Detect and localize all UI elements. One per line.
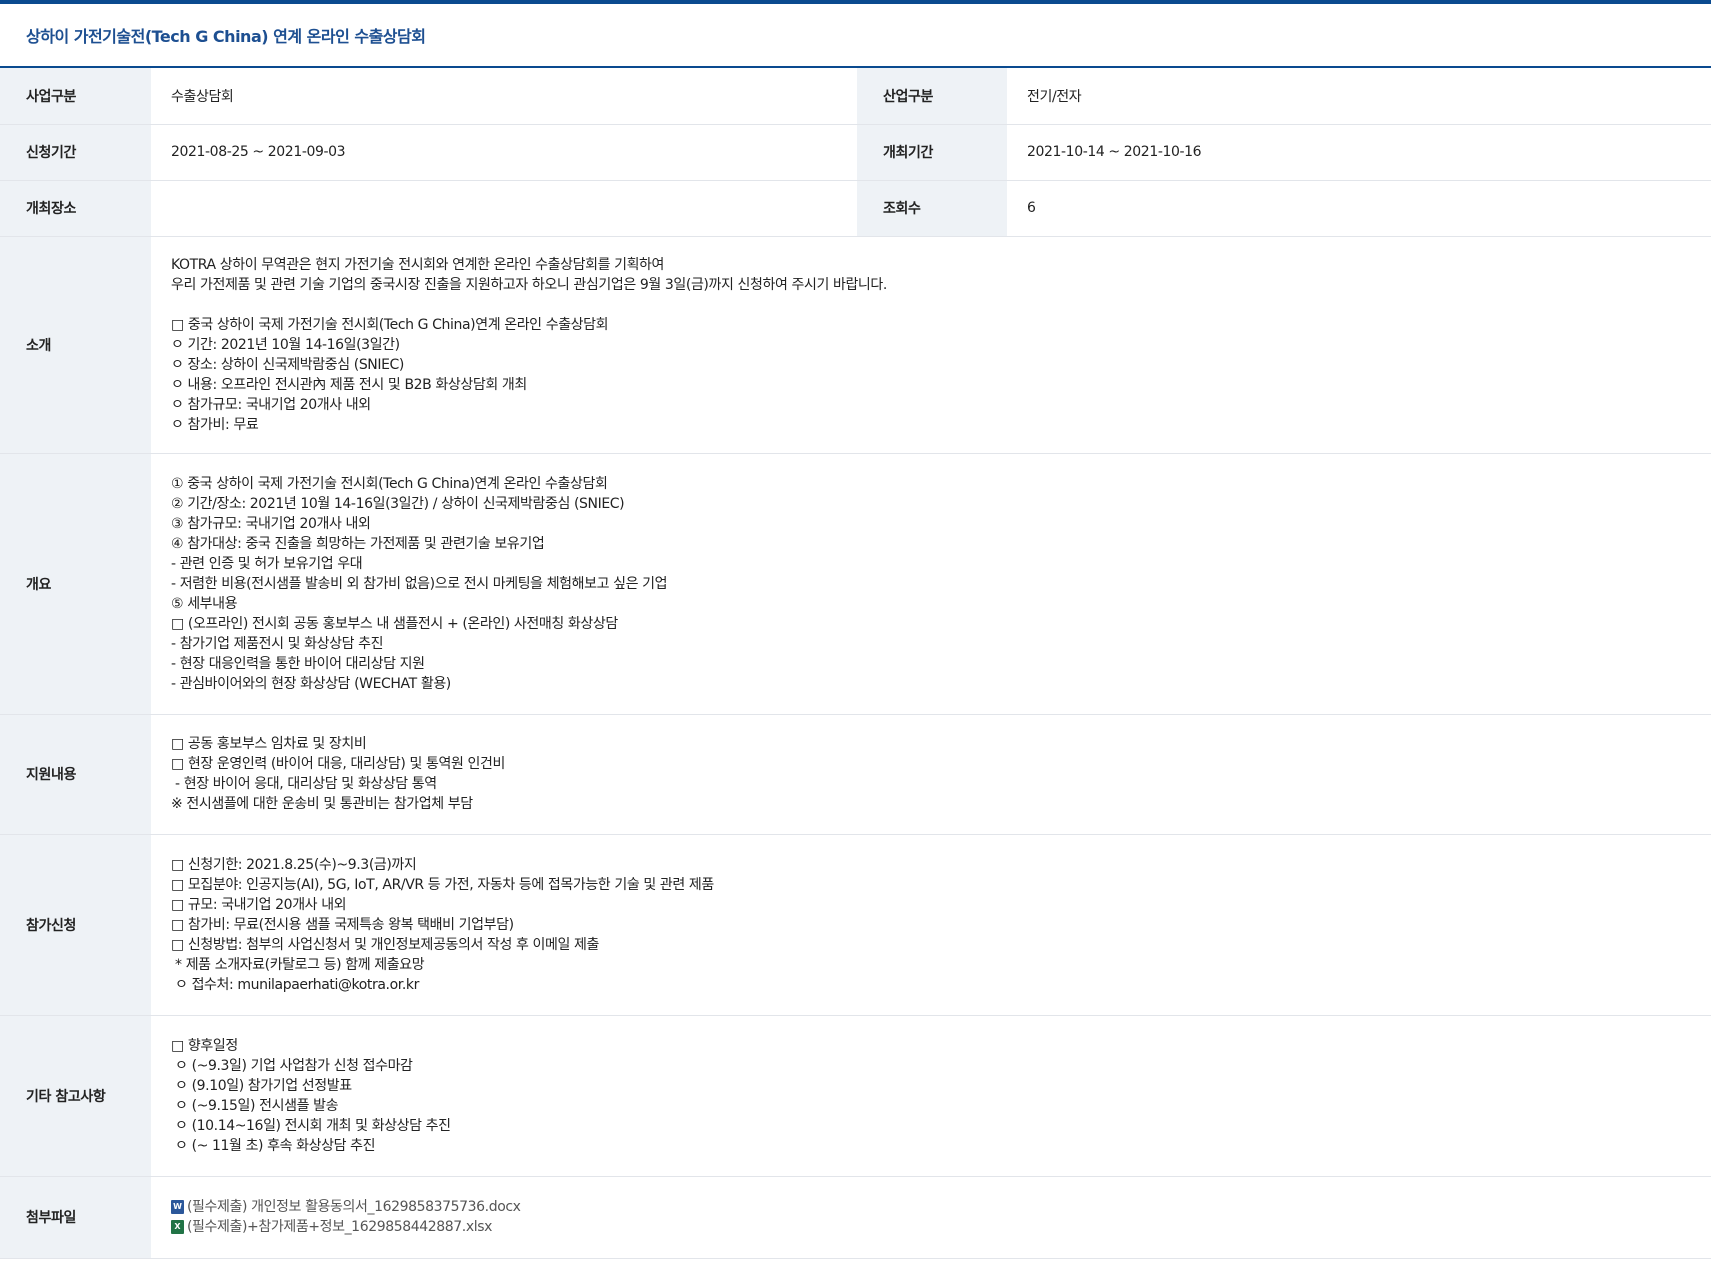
section-label: 기타 참고사항 [0, 1015, 151, 1177]
content-line: - 참가기업 제품전시 및 화상상담 추진 [171, 635, 384, 652]
content-line: ㅇ (~9.3일) 기업 사업참가 신청 접수마감 [171, 1057, 413, 1074]
content-line: ㅇ 접수처: munilapaerhati@kotra.or.kr [171, 976, 419, 993]
attachment-link[interactable]: W (필수제출) 개인정보 활용동의서_1629858375736.docx [171, 1197, 1691, 1217]
content-line: ㅇ 참가비: 무료 [171, 416, 259, 433]
word-file-icon: W [171, 1200, 184, 1214]
content-line: ㅇ (~9.15일) 전시샘플 발송 [171, 1097, 339, 1114]
event-period-label: 개최기간 [857, 124, 1007, 181]
content-line: 우리 가전제품 및 관련 기술 기업의 중국시장 진출을 지원하고자 하오니 관… [171, 276, 887, 293]
event-detail-page: 상하이 가전기술전(Tech G China) 연계 온라인 수출상담회 사업구… [0, 0, 1711, 1278]
content-line: ③ 참가규모: 국내기업 20개사 내외 [171, 515, 371, 532]
content-line: ㅇ (10.14~16일) 전시회 개최 및 화상상담 추진 [171, 1117, 451, 1134]
attachment-name: (필수제출) 개인정보 활용동의서_1629858375736.docx [187, 1199, 521, 1215]
section-content: □ 공동 홍보부스 임차료 및 장치비 □ 현장 운영인력 (바이어 대응, 대… [151, 714, 1711, 835]
section-label: 소개 [0, 236, 151, 454]
content-line: □ 신청기한: 2021.8.25(수)~9.3(금)까지 [171, 856, 417, 873]
section-label: 참가신청 [0, 834, 151, 1016]
content-line: □ 공동 홍보부스 임차료 및 장치비 [171, 736, 367, 752]
industry-value: 전기/전자 [1007, 68, 1711, 125]
content-line: ㅇ 내용: 오프라인 전시관內 제품 전시 및 B2B 화상상담회 개최 [171, 376, 527, 393]
attachment-link[interactable]: X (필수제출)+참가제품+정보_1629858442887.xlsx [171, 1217, 1691, 1237]
content-line: ㅇ (9.10일) 참가기업 선정발표 [171, 1077, 352, 1094]
event-period-value: 2021-10-14 ~ 2021-10-16 [1007, 124, 1711, 181]
content-line: □ 현장 운영인력 (바이어 대응, 대리상담) 및 통역원 인건비 [171, 756, 505, 772]
venue-label: 개최장소 [0, 180, 151, 237]
content-line: □ 모집분야: 인공지능(AI), 5G, IoT, AR/VR 등 가전, 자… [171, 876, 714, 893]
industry-label: 산업구분 [857, 68, 1007, 125]
content-line: □ 규모: 국내기업 20개사 내외 [171, 896, 347, 913]
section-content: □ 신청기한: 2021.8.25(수)~9.3(금)까지 □ 모집분야: 인공… [151, 834, 1711, 1016]
apply-period-value: 2021-08-25 ~ 2021-09-03 [151, 124, 857, 181]
content-line: □ 중국 상하이 국제 가전기술 전시회(Tech G China)연계 온라인… [171, 316, 609, 333]
content-line: □ 신청방법: 첨부의 사업신청서 및 개인정보제공동의서 작성 후 이메일 제… [171, 936, 599, 953]
section-content: KOTRA 상하이 무역관은 현지 가전기술 전시회와 연계한 온라인 수출상담… [151, 236, 1711, 454]
biz-type-value: 수출상담회 [151, 68, 857, 125]
section-label: 개요 [0, 453, 151, 715]
section-row-attachments: 첨부파일 W (필수제출) 개인정보 활용동의서_1629858375736.d… [0, 1176, 1711, 1259]
section-row-application: 참가신청 □ 신청기한: 2021.8.25(수)~9.3(금)까지 □ 모집분… [0, 834, 1711, 1016]
content-line: - 현장 바이어 응대, 대리상담 및 화상상담 통역 [171, 776, 437, 792]
page-title: 상하이 가전기술전(Tech G China) 연계 온라인 수출상담회 [26, 27, 426, 46]
content-line: ④ 참가대상: 중국 진출을 희망하는 가전제품 및 관련기술 보유기업 [171, 535, 545, 552]
content-line [171, 295, 1691, 315]
content-line: ① 중국 상하이 국제 가전기술 전시회(Tech G China)연계 온라인… [171, 475, 608, 492]
content-line: ※ 전시샘플에 대한 운송비 및 통관비는 참가업체 부담 [171, 796, 473, 812]
content-line: KOTRA 상하이 무역관은 현지 가전기술 전시회와 연계한 온라인 수출상담… [171, 256, 665, 273]
section-content: ① 중국 상하이 국제 가전기술 전시회(Tech G China)연계 온라인… [151, 453, 1711, 715]
info-row-venue: 개최장소 조회수 6 [0, 180, 1711, 237]
content-line: □ 참가비: 무료(전시용 샘플 국제특송 왕복 택배비 기업부담) [171, 916, 514, 933]
content-line: ② 기간/장소: 2021년 10월 14-16일(3일간) / 상하이 신국제… [171, 495, 625, 512]
section-label: 지원내용 [0, 714, 151, 835]
attachments-label: 첨부파일 [0, 1176, 151, 1259]
biz-type-label: 사업구분 [0, 68, 151, 125]
content-line: ⑤ 세부내용 [171, 595, 238, 612]
section-row-intro: 소개 KOTRA 상하이 무역관은 현지 가전기술 전시회와 연계한 온라인 수… [0, 236, 1711, 454]
content-line: ㅇ 참가규모: 국내기업 20개사 내외 [171, 396, 371, 413]
section-row-overview: 개요 ① 중국 상하이 국제 가전기술 전시회(Tech G China)연계 … [0, 453, 1711, 715]
attachment-name: (필수제출)+참가제품+정보_1629858442887.xlsx [187, 1219, 492, 1235]
section-row-notes: 기타 참고사항 □ 향후일정 ㅇ (~9.3일) 기업 사업참가 신청 접수마감… [0, 1015, 1711, 1177]
content-line: - 현장 대응인력을 통한 바이어 대리상담 지원 [171, 655, 425, 672]
info-row-business: 사업구분 수출상담회 산업구분 전기/전자 [0, 68, 1711, 125]
content-line: - 관심바이어와의 현장 화상상담 (WECHAT 활용) [171, 675, 451, 692]
content-line: - 저렴한 비용(전시샘플 발송비 외 참가비 없음)으로 전시 마케팅을 체험… [171, 575, 668, 592]
venue-value [151, 180, 857, 237]
section-row-support: 지원내용 □ 공동 홍보부스 임차료 및 장치비 □ 현장 운영인력 (바이어 … [0, 714, 1711, 835]
views-value: 6 [1007, 180, 1711, 237]
event-info-table: 사업구분 수출상담회 산업구분 전기/전자 신청기간 2021-08-25 ~ … [0, 68, 1711, 1259]
info-row-period: 신청기간 2021-08-25 ~ 2021-09-03 개최기간 2021-1… [0, 124, 1711, 181]
content-line: □ 향후일정 [171, 1037, 238, 1054]
content-line: ㅇ 기간: 2021년 10월 14-16일(3일간) [171, 336, 400, 353]
content-line: * 제품 소개자료(카탈로그 등) 함께 제출요망 [171, 956, 425, 973]
title-bar: 상하이 가전기술전(Tech G China) 연계 온라인 수출상담회 [0, 4, 1711, 68]
content-line: - 관련 인증 및 허가 보유기업 우대 [171, 555, 363, 572]
content-line: ㅇ (~ 11월 초) 후속 화상상담 추진 [171, 1137, 376, 1154]
section-content: □ 향후일정 ㅇ (~9.3일) 기업 사업참가 신청 접수마감 ㅇ (9.10… [151, 1015, 1711, 1177]
apply-period-label: 신청기간 [0, 124, 151, 181]
views-label: 조회수 [857, 180, 1007, 237]
content-line: ㅇ 장소: 상하이 신국제박람중심 (SNIEC) [171, 356, 404, 373]
excel-file-icon: X [171, 1220, 184, 1234]
attachments-list: W (필수제출) 개인정보 활용동의서_1629858375736.docx X… [151, 1176, 1711, 1259]
content-line: □ (오프라인) 전시회 공동 홍보부스 내 샘플전시 + (온라인) 사전매칭… [171, 615, 618, 632]
